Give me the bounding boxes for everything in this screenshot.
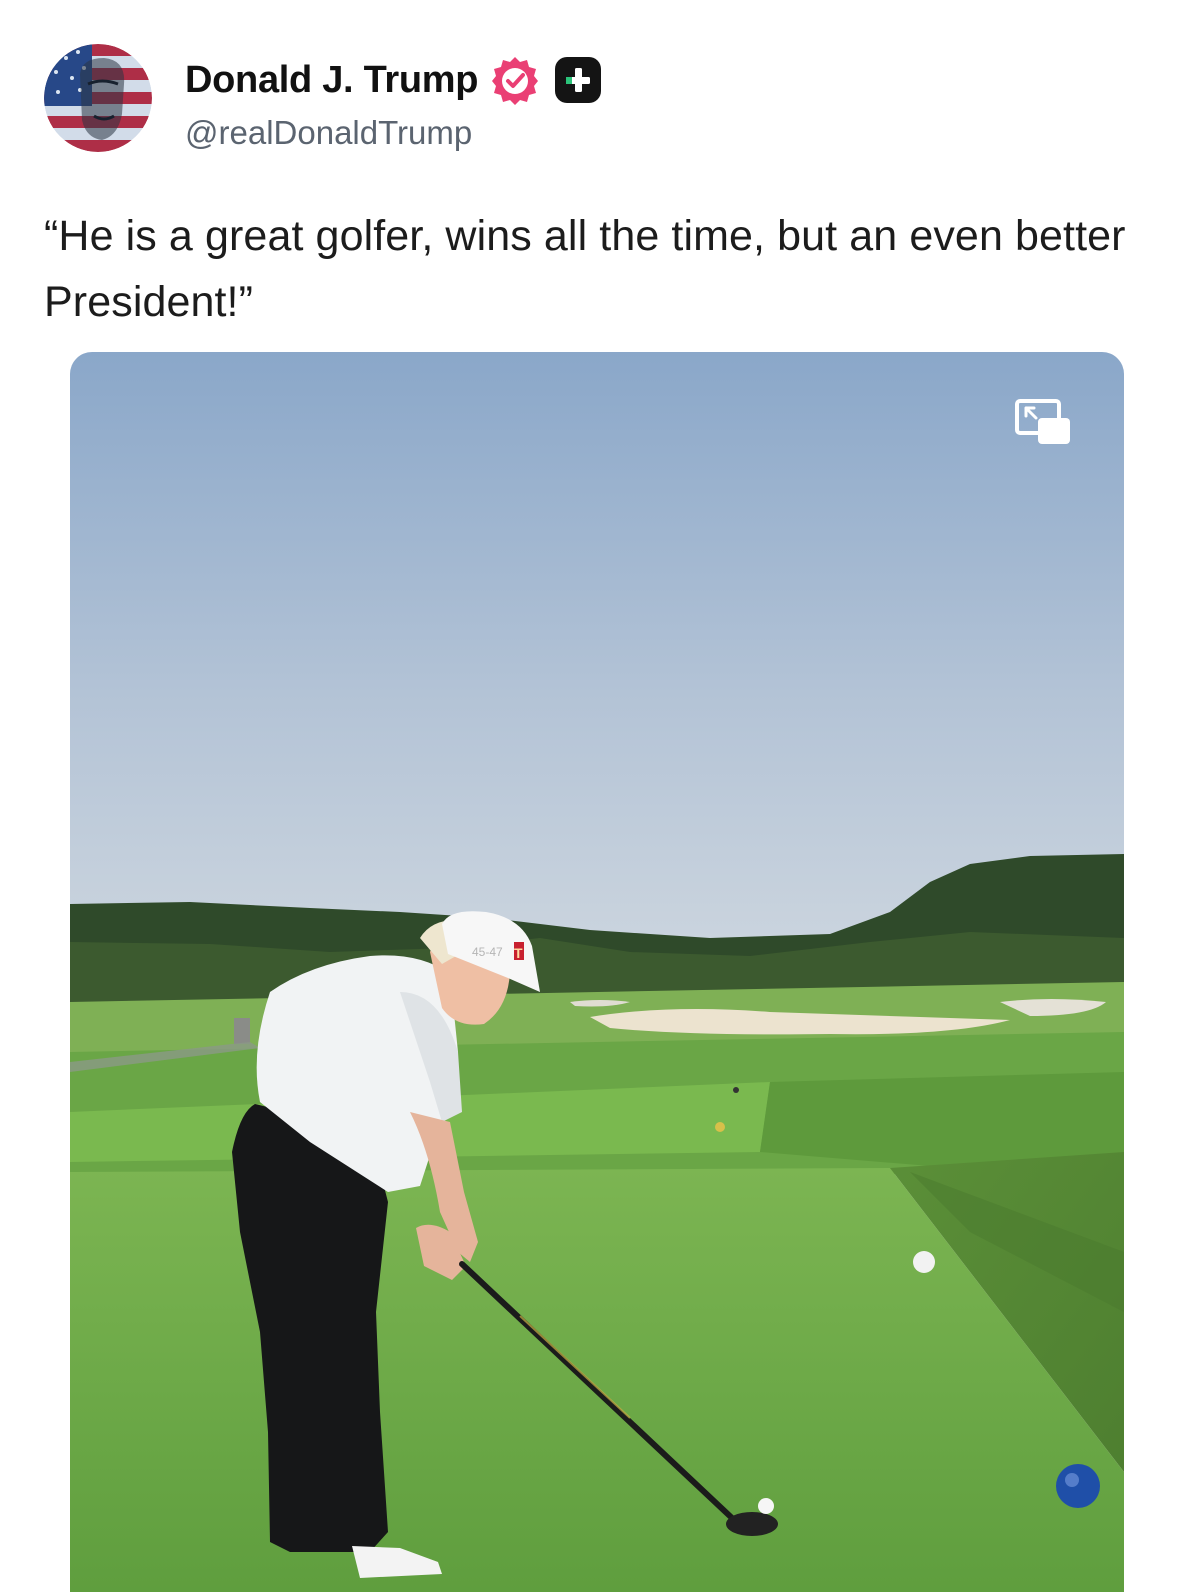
avatar-image [44, 44, 152, 152]
verified-check-icon [490, 55, 540, 105]
picture-in-picture-icon[interactable] [1014, 398, 1072, 448]
golf-video-frame: 45-47 T [70, 352, 1124, 1592]
cap-text: 45-47 [472, 945, 503, 959]
plus-badge-icon [554, 56, 602, 104]
post-text: “He is a great golfer, wins all the time… [44, 212, 1126, 326]
cap-logo: T [514, 945, 523, 961]
post-header: Donald J. Trump @realDonaldTrump [44, 44, 1144, 156]
author-handle[interactable]: @realDonaldTrump [185, 114, 472, 152]
name-row: Donald J. Trump [185, 54, 602, 106]
author-avatar[interactable] [44, 44, 152, 152]
author-display-name[interactable]: Donald J. Trump [185, 59, 479, 102]
post-media-video[interactable]: 45-47 T [70, 352, 1124, 1592]
